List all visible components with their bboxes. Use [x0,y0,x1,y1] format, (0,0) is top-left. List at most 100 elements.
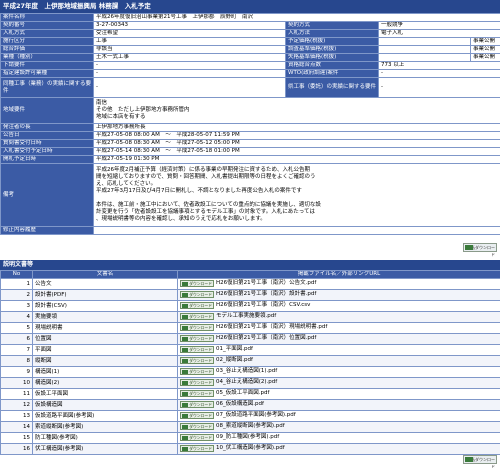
info-label: 県工事（委託）の実績に関する要件 [285,77,379,98]
download-button[interactable]: ダウンロード [180,335,214,342]
document-file-cell: ダウンロード モデル工事実施要領.pdf [177,311,500,323]
region-label: 地域要件 [0,97,94,124]
region-row: 地域要件 南信 その他 ただし上伊那地方事務所管内 地域に本店を有する [0,97,500,124]
download-button[interactable]: ダウンロード [180,434,214,441]
revision-label: 修正内容履歴 [0,226,94,235]
row-number: 10 [0,377,33,389]
info-row: 業種（種別） 土木一式工事 失格基準価格(税抜) 事業公開 [0,53,500,62]
remarks-row: 備考 平成26年度2月補正予算（経済対策）に係る事業の早期発注に資するため、入札… [0,163,500,227]
download-icon [182,293,188,297]
download-button[interactable]: ダウンロード [180,357,214,364]
document-file-link[interactable]: 09_防工種図(参考図).pdf [216,434,279,440]
download-icon [182,447,188,451]
table-row: 9 構造図(1) ダウンロード 03_谷止え構造図(1).pdf [0,366,500,378]
row-number: 4 [0,311,33,323]
info-value [378,53,471,62]
download-button[interactable]: ダウンロード [180,445,214,452]
download-button[interactable]: ダウンロード [180,280,214,287]
document-file-link[interactable]: H26復旧第21号工事（南沢）CSV.csv [216,302,310,308]
table-row: 8 縦断図 ダウンロード 02_縦断図.pdf [0,355,500,367]
download-button-label: ダウンロード [189,314,212,319]
info-value: - [378,77,500,98]
row-number: 6 [0,333,33,345]
info-row: 同種工事（業務）の実績に関する要件 - 県工事（委託）の実績に関する要件 - [0,77,500,98]
info-value: - [93,77,286,98]
info-label: 資格総合点数 [285,61,379,70]
info-row: 契約番号 3-27-00343 契約方式 一般競争 [0,21,500,30]
document-file-cell: ダウンロード 05_仮設工平面図.pdf [177,388,500,400]
info-label: 失格基準価格(税抜) [285,53,379,62]
download-button[interactable]: ダウンロード [180,423,214,430]
info-label: 指定建設許可業種 [0,69,94,78]
table-row: 2 設計書(PDF) ダウンロード H26復旧第21号工事（南沢）設計書.pdf [0,289,500,301]
info-value: - [93,61,286,70]
remarks-line: え、応札してください。 [96,181,157,187]
table-row: 5 現場説明書 ダウンロード H26復旧第21号工事（南沢）現場説明書.pdf [0,322,500,334]
download-icon [182,337,188,341]
table-row: 10 構造図(2) ダウンロード 04_谷止え構造図(2).pdf [0,377,500,389]
document-file-link[interactable]: 03_谷止え構造図(1).pdf [216,368,277,374]
document-name: 伏工構造図(参考図) [32,443,178,455]
row-number: 14 [0,421,33,433]
document-file-link[interactable]: H26復旧第21号工事（南沢）設計書.pdf [216,291,316,297]
download-button-label: ダウンロード [189,380,212,385]
info-label: 契約方式 [285,21,379,30]
document-file-cell: ダウンロード 04_谷止え構造図(2).pdf [177,377,500,389]
row-number: 8 [0,355,33,367]
document-file-link[interactable]: 10_伏工構造図(参考図).pdf [216,445,285,451]
document-file-link[interactable]: H26復旧第21号工事（南沢）公告文.pdf [216,280,316,286]
document-file-link[interactable]: H26復旧第21号工事（南沢）位置図.pdf [216,335,316,341]
info-label: 同種工事（業務）の実績に関する要件 [0,77,94,98]
download-icon [182,348,188,352]
document-file-link[interactable]: 05_仮設工平面図.pdf [216,390,269,396]
info-label: 予定価格(税抜) [285,37,379,46]
document-file-link[interactable]: H26復旧第21号工事（南沢）現場説明書.pdf [216,324,327,330]
download-all-button-bottom[interactable]: 一括ダウンロード [463,455,497,468]
schedule-value: 平成27-05-19 01:30 PM [93,155,500,164]
download-button-label: ダウンロード [189,446,212,451]
download-icon [182,326,188,330]
info-label: 入札方式 [0,29,94,38]
document-file-cell: ダウンロード 09_防工種図(参考図).pdf [177,432,500,444]
download-button[interactable]: ダウンロード [180,401,214,408]
download-icon [182,304,188,308]
document-name: 現場説明書 [32,322,178,334]
info-label: 下請要件 [0,61,94,70]
download-button-label: ダウンロード [189,369,212,374]
remarks-label: 備考 [0,163,94,227]
download-button[interactable]: ダウンロード [180,291,214,298]
office-row: 発注者の長 上伊那地方事務所長 [0,123,500,132]
info-value: 一般競争 [378,21,500,30]
info-value: 3-27-00343 [93,21,286,30]
schedule-value: 平成27-05-08 08:30 AM ～ 平成27-05-12 05:00 P… [93,139,500,148]
schedule-row: 入札書受付予定日時 平成27-05-14 08:30 AM ～ 平成27-05-… [0,147,500,156]
download-button[interactable]: ダウンロード [180,390,214,397]
download-button[interactable]: ダウンロード [180,302,214,309]
row-number: 13 [0,410,33,422]
document-file-link[interactable]: 08_索道縦断図(参考図).pdf [216,423,285,429]
remarks-value: 平成26年度2月補正予算（経済対策）に係る事業の早期発注に資するため、入札公告期… [93,163,500,227]
download-button[interactable]: ダウンロード [180,313,214,320]
document-name: 公告文 [32,278,178,290]
document-file-cell: ダウンロード 07_仮設道路平面図(参考図).pdf [177,410,500,422]
document-file-link[interactable]: 06_仮設構造図.pdf [216,401,264,407]
download-button[interactable]: ダウンロード [180,324,214,331]
download-icon [182,370,188,374]
region-value: 南信 その他 ただし上伊那地方事務所管内 地域に本店を有する [93,97,500,124]
remarks-line: 間を短縮しておりますので、質問・回答期間、入札書提出期限等の日程をよくご確認のう [96,174,316,180]
schedule-value: 平成27-05-08 08:00 AM ～ 平成28-05-07 11:59 P… [93,131,500,140]
download-button[interactable]: ダウンロード [180,412,214,419]
document-file-link[interactable]: モデル工事実施要領.pdf [216,313,276,319]
download-icon [182,381,188,385]
document-file-link[interactable]: 02_縦断図.pdf [216,357,253,363]
region-line: 南信 [96,100,108,106]
download-button[interactable]: ダウンロード [180,346,214,353]
download-button[interactable]: ダウンロード [180,368,214,375]
document-file-link[interactable]: 01_平面図.pdf [216,346,253,352]
side-note: 事業公開 [470,53,500,62]
document-file-link[interactable]: 07_仮設道路平面図(参考図).pdf [216,412,296,418]
download-button[interactable]: ダウンロード [180,379,214,386]
info-row: 入札方式 受注希望 入札方法 電子入札 [0,29,500,38]
document-file-link[interactable]: 04_谷止え構造図(2).pdf [216,379,277,385]
download-all-button[interactable]: 一括ダウンロード [463,243,497,257]
